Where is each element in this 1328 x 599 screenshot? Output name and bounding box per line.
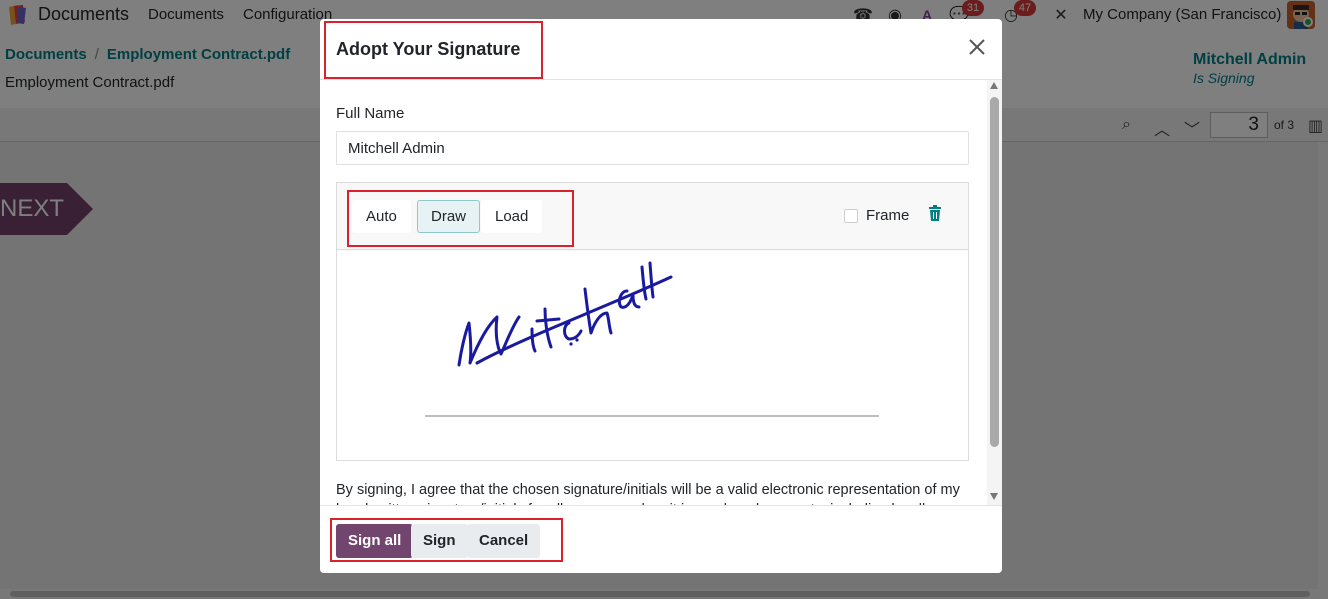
dialog-body: Full Name Auto Draw Load Frame: [320, 80, 1002, 505]
scroll-thumb[interactable]: [990, 97, 999, 447]
signature-dialog: Adopt Your Signature Full Name Auto Draw…: [320, 19, 1002, 573]
full-name-label: Full Name: [336, 105, 405, 122]
trash-icon[interactable]: [928, 205, 942, 221]
tab-auto[interactable]: Auto: [352, 200, 411, 233]
agreement-text: By signing, I agree that the chosen sign…: [336, 482, 960, 505]
dialog-footer: Sign all Sign Cancel: [320, 505, 1002, 573]
scroll-up-icon[interactable]: [990, 82, 998, 89]
signature-panel: Auto Draw Load Frame: [336, 182, 969, 461]
full-name-input[interactable]: [336, 131, 969, 165]
dialog-header: Adopt Your Signature: [320, 19, 1002, 80]
cancel-button[interactable]: Cancel: [467, 524, 541, 558]
close-icon[interactable]: [966, 36, 988, 58]
sign-all-button[interactable]: Sign all: [336, 524, 414, 558]
dialog-title: Adopt Your Signature: [336, 39, 521, 59]
scroll-down-icon[interactable]: [990, 493, 998, 500]
frame-label: Frame: [866, 207, 910, 224]
signature-draw-canvas[interactable]: [337, 251, 968, 460]
tab-draw[interactable]: Draw: [417, 200, 481, 233]
sign-button[interactable]: Sign: [411, 524, 468, 558]
frame-checkbox[interactable]: [844, 209, 858, 223]
signature-mode-bar: Auto Draw Load Frame: [337, 183, 968, 250]
tab-load[interactable]: Load: [481, 200, 543, 233]
dialog-scrollbar[interactable]: [987, 80, 1002, 505]
